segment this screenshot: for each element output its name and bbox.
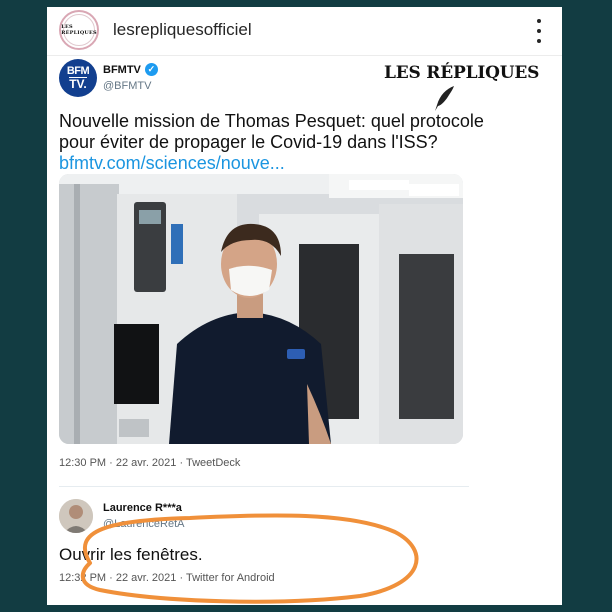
- verified-badge-icon: ✓: [144, 63, 158, 76]
- profile-username[interactable]: lesrepliquesofficiel: [113, 20, 252, 40]
- reply-avatar: [59, 499, 93, 533]
- tweet-author: BFMTV ✓: [103, 63, 158, 76]
- post-header: LES RÉPLIQUES lesrepliquesofficiel: [47, 7, 562, 56]
- profile-avatar-logo: LES RÉPLIQUES: [61, 14, 97, 46]
- tweet-photo[interactable]: [59, 174, 463, 444]
- reply-avatar-photo: [59, 499, 93, 533]
- bfmtv-avatar: BFM TV.: [59, 59, 97, 97]
- reply-text: Ouvrir les fenêtres.: [59, 545, 203, 564]
- more-options-icon[interactable]: [536, 19, 542, 43]
- tweet-author-name: BFMTV: [103, 63, 141, 76]
- tweet-link[interactable]: bfmtv.com/sciences/nouve...: [59, 153, 285, 174]
- reply-timestamp: 12:32 PM · 22 avr. 2021 · Twitter for An…: [59, 572, 275, 584]
- tweet-handle: @BFMTV: [103, 80, 152, 92]
- quill-icon: [435, 86, 454, 111]
- reply-handle: @LaurenceRetA: [103, 518, 185, 530]
- tweet-timestamp: 12:30 PM · 22 avr. 2021 · TweetDeck: [59, 457, 241, 469]
- profile-avatar[interactable]: LES RÉPLIQUES: [59, 10, 99, 50]
- watermark-logo: LES RÉPLIQUES: [384, 63, 540, 83]
- bfm-logo-text: BFM: [66, 65, 90, 78]
- astronaut-photo-illustration: [59, 174, 463, 444]
- reply-author: Laurence R***a: [103, 502, 182, 514]
- tweet-divider: [59, 486, 469, 487]
- tweet-text: Nouvelle mission de Thomas Pesquet: quel…: [59, 111, 484, 152]
- tv-logo-text: TV.: [69, 76, 87, 91]
